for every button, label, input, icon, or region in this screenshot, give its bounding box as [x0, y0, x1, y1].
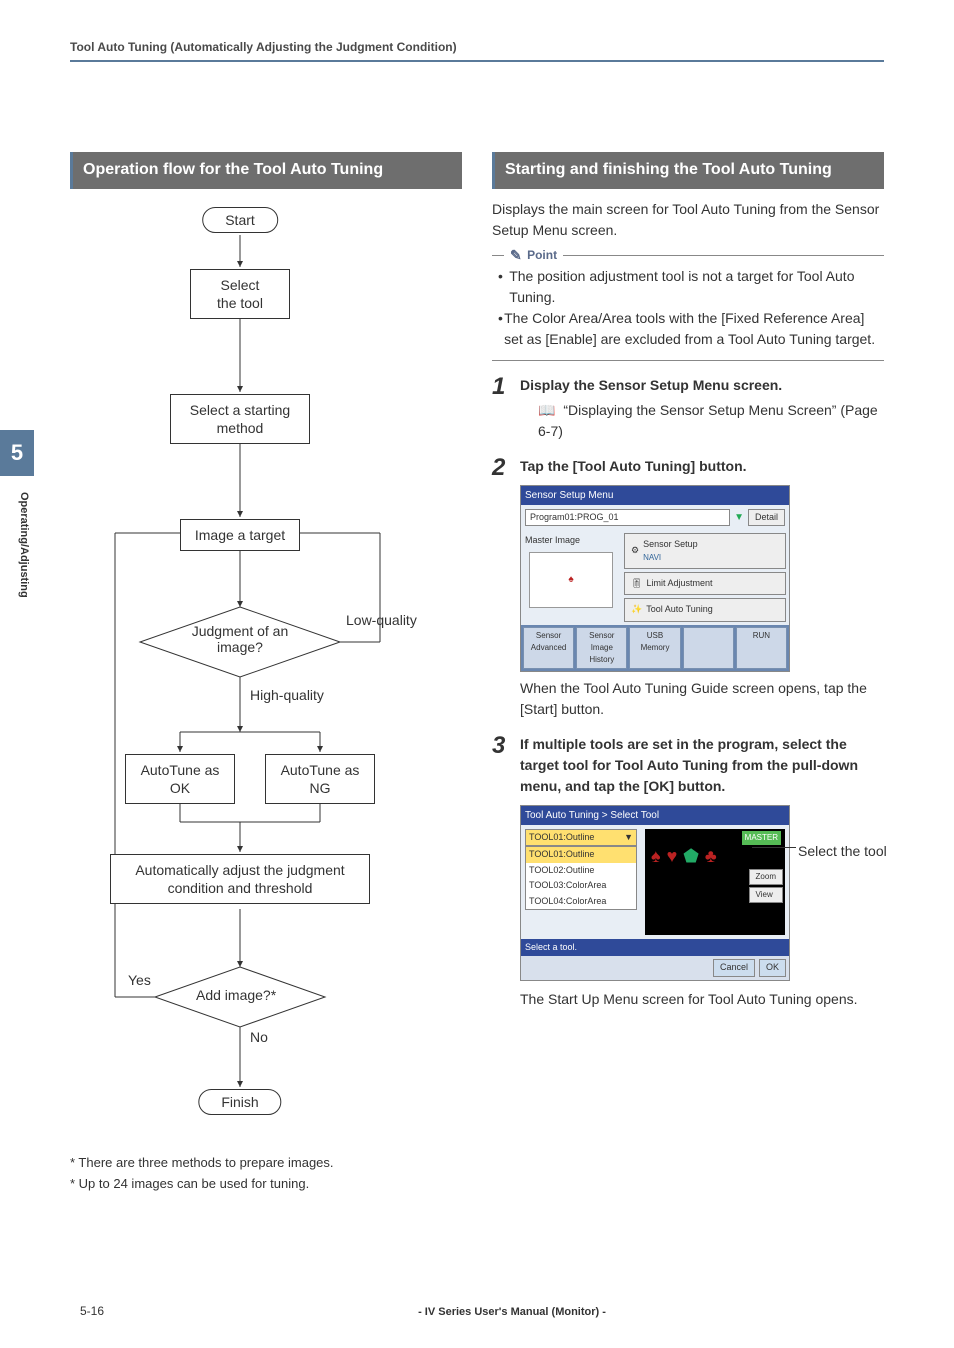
- flow-finish: Finish: [198, 1089, 281, 1115]
- zoom-button[interactable]: Zoom: [749, 869, 783, 885]
- page-footer: 5-16 - IV Series User's Manual (Monitor)…: [80, 1304, 884, 1318]
- point-icon: ✎: [510, 247, 522, 264]
- blank-button[interactable]: [683, 627, 734, 669]
- step-2: 2 Tap the [Tool Auto Tuning] button. Sen…: [492, 456, 884, 720]
- flow-select-tool-text: Select the tool: [217, 277, 263, 311]
- master-badge: MASTER: [742, 831, 781, 845]
- tool-auto-tuning-button[interactable]: ✨ Tool Auto Tuning: [624, 598, 786, 622]
- limit-adjustment-button[interactable]: 🎚 Limit Adjustment: [624, 572, 786, 596]
- limit-icon: 🎚: [631, 577, 642, 591]
- navi-sublabel: NAVI: [643, 552, 698, 564]
- flow-start: Start: [202, 207, 278, 233]
- detail-button[interactable]: Detail: [748, 509, 785, 527]
- step-1-title: Display the Sensor Setup Menu screen.: [520, 375, 884, 396]
- step-1-ref-text: “Displaying the Sensor Setup Menu Screen…: [538, 402, 878, 439]
- usb-memory-button[interactable]: USB Memory: [629, 627, 680, 669]
- sshot2-title: Tool Auto Tuning > Select Tool: [521, 806, 789, 825]
- tool-btn-text: Tool Auto Tuning: [646, 603, 713, 617]
- tool-option-4[interactable]: TOOL04:ColorArea: [526, 894, 636, 910]
- point-label: ✎ Point: [504, 246, 563, 263]
- point-label-text: Point: [527, 248, 557, 262]
- master-image-preview: ♠: [529, 552, 613, 608]
- step-2-title: Tap the [Tool Auto Tuning] button.: [520, 456, 884, 477]
- flow-autotune-ng-text: AutoTune as NG: [281, 762, 360, 796]
- flow-adjust: Automatically adjust the judgment condit…: [110, 854, 370, 904]
- selected-tool-text: TOOL01:Outline: [529, 831, 594, 845]
- left-section-title: Operation flow for the Tool Auto Tuning: [70, 152, 462, 189]
- book-icon: 📖: [538, 402, 555, 418]
- dropdown-icon[interactable]: ▼: [734, 510, 744, 525]
- flow-autotune-ok: AutoTune as OK: [125, 754, 235, 804]
- note-1: * There are three methods to prepare ima…: [70, 1153, 462, 1174]
- step-3-number: 3: [492, 734, 514, 1010]
- flow-low-quality-label: Low-quality: [346, 612, 417, 628]
- note-2: * Up to 24 images can be used for tuning…: [70, 1174, 462, 1195]
- tool-option-2[interactable]: TOOL02:Outline: [526, 863, 636, 879]
- step-1-number: 1: [492, 375, 514, 442]
- flow-judgment-text: Judgment of an image?: [192, 623, 289, 655]
- master-image-label: Master Image: [525, 534, 617, 548]
- flow-judgment-label: Judgment of an image?: [182, 623, 298, 655]
- point-1: The position adjustment tool is not a ta…: [509, 266, 878, 308]
- run-button[interactable]: RUN: [736, 627, 787, 669]
- step-1: 1 Display the Sensor Setup Menu screen. …: [492, 375, 884, 442]
- callout-line: [752, 847, 796, 848]
- sensor-advanced-button[interactable]: Sensor Advanced: [523, 627, 574, 669]
- step-3: 3 If multiple tools are set in the progr…: [492, 734, 884, 1010]
- ok-button[interactable]: OK: [759, 959, 786, 977]
- flow-autotune-ng: AutoTune as NG: [265, 754, 375, 804]
- flow-yes-label: Yes: [128, 972, 151, 988]
- point-box: ✎ Point •The position adjustment tool is…: [492, 255, 884, 361]
- step-2-number: 2: [492, 456, 514, 720]
- tool-option-3[interactable]: TOOL03:ColorArea: [526, 878, 636, 894]
- step-2-after: When the Tool Auto Tuning Guide screen o…: [520, 678, 884, 720]
- flow-select-method: Select a starting method: [170, 394, 310, 444]
- select-tool-screenshot: Tool Auto Tuning > Select Tool TOOL01:Ou…: [520, 805, 790, 981]
- flow-adjust-text: Automatically adjust the judgment condit…: [135, 862, 344, 896]
- point-2: The Color Area/Area tools with the [Fixe…: [504, 308, 878, 350]
- right-section-title: Starting and finishing the Tool Auto Tun…: [492, 152, 884, 189]
- sensor-history-button[interactable]: Sensor Image History: [576, 627, 627, 669]
- callout-label: Select the tool: [798, 841, 887, 862]
- cancel-button[interactable]: Cancel: [713, 959, 755, 977]
- lead-text: Displays the main screen for Tool Auto T…: [492, 199, 884, 241]
- step-1-ref: 📖 “Displaying the Sensor Setup Menu Scre…: [538, 400, 884, 442]
- limit-btn-text: Limit Adjustment: [646, 577, 712, 591]
- program-dropdown[interactable]: Program01:PROG_01: [525, 509, 730, 527]
- step-3-title: If multiple tools are set in the program…: [520, 734, 884, 797]
- flow-add-image-label: Add image?*: [196, 987, 276, 1003]
- page-number: 5-16: [80, 1304, 140, 1318]
- sensor-setup-navi-button[interactable]: ⚙ Sensor Setup NAVI: [624, 533, 786, 569]
- tuning-icon: ✨: [631, 603, 642, 617]
- prompt-bar: Select a tool.: [521, 939, 789, 957]
- doc-title: - IV Series User's Manual (Monitor) -: [140, 1306, 884, 1318]
- flow-notes: * There are three methods to prepare ima…: [70, 1153, 462, 1195]
- sensor-setup-screenshot: Sensor Setup Menu Program01:PROG_01 ▼ De…: [520, 485, 790, 672]
- sshot1-title: Sensor Setup Menu: [521, 486, 789, 505]
- tool-option-1[interactable]: TOOL01:Outline: [526, 847, 636, 863]
- flow-autotune-ok-text: AutoTune as OK: [141, 762, 220, 796]
- flow-high-quality-label: High-quality: [250, 687, 324, 703]
- navi-btn-text: Sensor Setup: [643, 538, 698, 552]
- flow-no-label: No: [250, 1029, 268, 1045]
- flowchart: Start Select the tool Select a starting …: [70, 197, 462, 1147]
- flow-image-target: Image a target: [180, 519, 300, 551]
- navi-icon: ⚙: [631, 544, 639, 558]
- flow-select-method-text: Select a starting method: [190, 402, 290, 436]
- flow-select-tool: Select the tool: [190, 269, 290, 319]
- running-header: Tool Auto Tuning (Automatically Adjustin…: [70, 40, 884, 62]
- tool-select-dropdown[interactable]: TOOL01:Outline ▼: [525, 829, 637, 847]
- step-3-after: The Start Up Menu screen for Tool Auto T…: [520, 989, 884, 1010]
- chevron-down-icon: ▼: [624, 831, 633, 845]
- view-button[interactable]: View: [749, 887, 783, 903]
